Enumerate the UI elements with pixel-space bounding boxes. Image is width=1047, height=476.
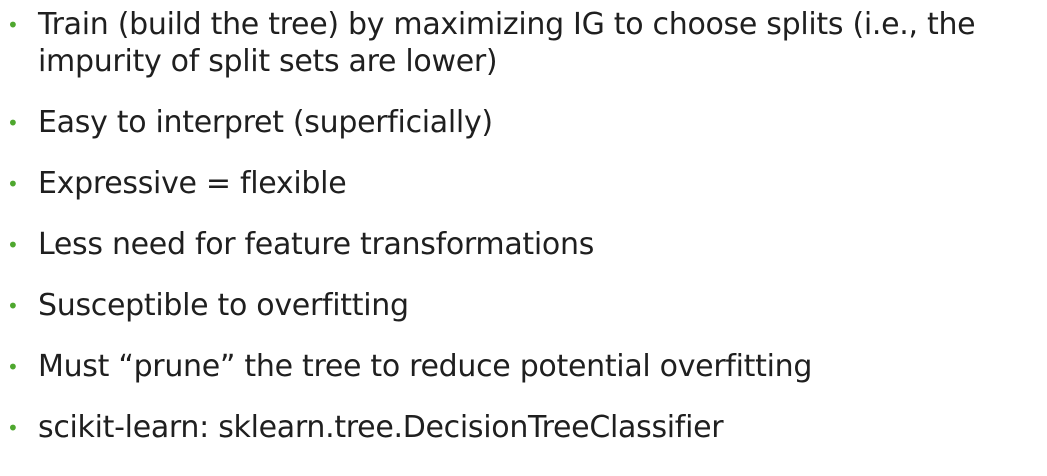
bullet-dot-icon: • <box>7 294 19 318</box>
bullet-text: Less need for feature transformations <box>38 227 595 262</box>
bullet-text: scikit-learn: sklearn.tree.DecisionTreeC… <box>38 410 724 445</box>
bullet-text: Susceptible to overfitting <box>38 288 409 323</box>
bullet-dot-icon: • <box>7 13 19 37</box>
bullet-line: Train (build the tree) by maximizing IG … <box>38 7 976 42</box>
bullet-item-feature-transformations: • Less need for feature transformations <box>0 226 1047 263</box>
bullet-dot-icon: • <box>7 172 19 196</box>
bullet-line: impurity of split sets are lower) <box>38 44 498 79</box>
bullet-text: Expressive = flexible <box>38 166 347 201</box>
bullet-item-prune: • Must “prune” the tree to reduce potent… <box>0 348 1047 385</box>
bullet-item-expressive: • Expressive = flexible <box>0 165 1047 202</box>
bullet-dot-icon: • <box>7 355 19 379</box>
bullet-dot-icon: • <box>7 233 19 257</box>
bullet-item-train: • Train (build the tree) by maximizing I… <box>0 6 1047 80</box>
bullet-list: • Train (build the tree) by maximizing I… <box>0 6 1047 446</box>
bullet-item-overfitting: • Susceptible to overfitting <box>0 287 1047 324</box>
bullet-dot-icon: • <box>7 111 19 135</box>
bullet-text: Train (build the tree) by maximizing IG … <box>38 6 1047 80</box>
bullet-text: Easy to interpret (superficially) <box>38 105 493 140</box>
bullet-item-scikit-learn: • scikit-learn: sklearn.tree.DecisionTre… <box>0 409 1047 446</box>
slide: • Train (build the tree) by maximizing I… <box>0 0 1047 476</box>
bullet-dot-icon: • <box>7 416 19 440</box>
bullet-item-interpret: • Easy to interpret (superficially) <box>0 104 1047 141</box>
bullet-text: Must “prune” the tree to reduce potentia… <box>38 349 813 384</box>
